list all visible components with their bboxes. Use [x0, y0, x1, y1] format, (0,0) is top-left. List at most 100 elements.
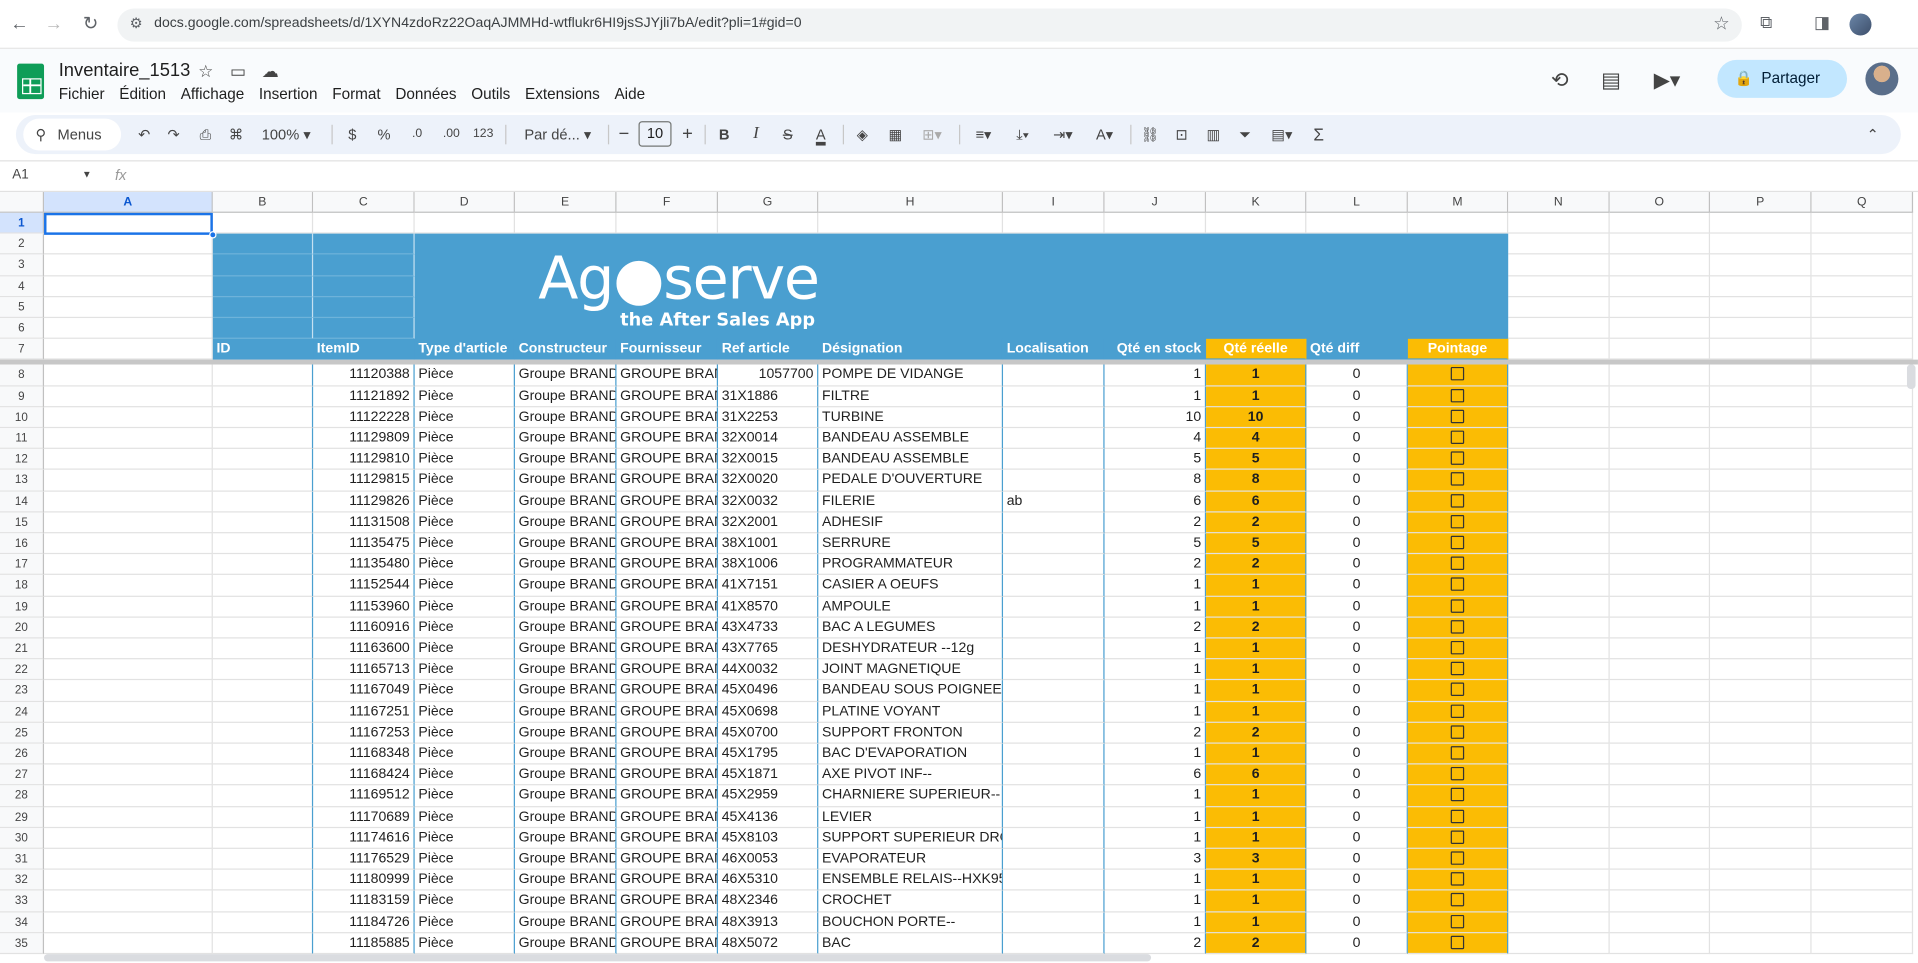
cell-n10[interactable]	[1508, 407, 1610, 429]
checkbox-icon[interactable]	[1450, 914, 1465, 928]
cloud-status-icon[interactable]: ☁	[262, 61, 279, 82]
cell-k14[interactable]: 6	[1206, 491, 1307, 513]
cell-b33[interactable]	[212, 890, 314, 912]
cell-f1[interactable]	[616, 212, 719, 234]
cell-n32[interactable]	[1508, 869, 1610, 891]
cell-d31[interactable]: Pièce	[414, 848, 515, 870]
cell-e11[interactable]: Groupe BRANDT	[514, 428, 617, 450]
cell-b20[interactable]	[212, 617, 314, 639]
checkbox-icon[interactable]	[1450, 661, 1465, 676]
cell-p9[interactable]	[1710, 386, 1812, 408]
cell-m21[interactable]	[1407, 638, 1509, 660]
cell-q13[interactable]	[1811, 470, 1914, 492]
cell-p31[interactable]	[1710, 848, 1812, 870]
cell-d34[interactable]: Pièce	[414, 912, 515, 934]
cell-m30[interactable]	[1407, 827, 1509, 849]
cell-e17[interactable]: Groupe BRANDT	[514, 554, 617, 576]
cell-e25[interactable]: Groupe BRANDT	[514, 722, 617, 744]
cell-o9[interactable]	[1609, 386, 1711, 408]
cell-j33[interactable]: 1	[1104, 890, 1207, 912]
cell-l8[interactable]: 0	[1306, 364, 1408, 387]
cell-j18[interactable]: 1	[1104, 575, 1207, 597]
cell-p26[interactable]	[1710, 743, 1812, 765]
redo-icon[interactable]: ↷	[161, 115, 185, 154]
cell-k35[interactable]: 2	[1206, 933, 1307, 955]
cell-c23[interactable]: 11167049	[313, 680, 415, 702]
cell-q34[interactable]	[1811, 912, 1914, 934]
cell-j19[interactable]: 1	[1104, 596, 1207, 618]
cell-j10[interactable]: 10	[1104, 407, 1207, 429]
cell-d13[interactable]: Pièce	[414, 470, 515, 492]
paint-format-icon[interactable]: ⌘	[224, 115, 248, 154]
cell-c18[interactable]: 11152544	[313, 575, 415, 597]
checkbox-icon[interactable]	[1450, 451, 1465, 466]
cell-p18[interactable]	[1710, 575, 1812, 597]
cell-k33[interactable]: 1	[1206, 890, 1307, 912]
cell-d28[interactable]: Pièce	[414, 785, 515, 807]
cell-c20[interactable]: 11160916	[313, 617, 415, 639]
cell-p24[interactable]	[1710, 701, 1812, 723]
cell-q16[interactable]	[1811, 533, 1914, 555]
checkbox-icon[interactable]	[1450, 472, 1465, 487]
cell-b26[interactable]	[212, 743, 314, 765]
cell-o18[interactable]	[1609, 575, 1711, 597]
cell-f17[interactable]: GROUPE BRANDT	[616, 554, 719, 576]
cell-l35[interactable]: 0	[1306, 933, 1408, 955]
cell-h8[interactable]: POMPE DE VIDANGE	[818, 364, 1004, 387]
cell-b17[interactable]	[212, 554, 314, 576]
cell-h12[interactable]: BANDEAU ASSEMBLE	[818, 449, 1004, 471]
cell-f20[interactable]: GROUPE BRANDT	[616, 617, 719, 639]
cell-m8[interactable]	[1407, 364, 1509, 387]
cell-b34[interactable]	[212, 912, 314, 934]
cell-q7[interactable]	[1811, 339, 1914, 361]
cell-p25[interactable]	[1710, 722, 1812, 744]
checkbox-icon[interactable]	[1450, 619, 1465, 634]
cell-j26[interactable]: 1	[1104, 743, 1207, 765]
cell-m24[interactable]	[1407, 701, 1509, 723]
cell-p21[interactable]	[1710, 638, 1812, 660]
cell-b8[interactable]	[212, 364, 314, 387]
cell-m25[interactable]	[1407, 722, 1509, 744]
checkbox-icon[interactable]	[1450, 851, 1465, 865]
cell-c12[interactable]: 11129810	[313, 449, 415, 471]
cell-a3[interactable]	[44, 254, 213, 276]
cell-e20[interactable]: Groupe BRANDT	[514, 617, 617, 639]
checkbox-icon[interactable]	[1450, 535, 1465, 550]
cell-i14[interactable]: ab	[1003, 491, 1105, 513]
row-header-12[interactable]: 12	[0, 449, 45, 471]
cell-q28[interactable]	[1811, 785, 1914, 807]
checkbox-icon[interactable]	[1450, 809, 1465, 823]
cell-p8[interactable]	[1710, 364, 1812, 387]
menu-donnees[interactable]: Données	[395, 86, 456, 103]
cell-q24[interactable]	[1811, 701, 1914, 723]
cell-j21[interactable]: 1	[1104, 638, 1207, 660]
cell-b23[interactable]	[212, 680, 314, 702]
cell-n27[interactable]	[1508, 764, 1610, 786]
cell-p12[interactable]	[1710, 449, 1812, 471]
cell-h24[interactable]: PLATINE VOYANT	[818, 701, 1004, 723]
cell-q23[interactable]	[1811, 680, 1914, 702]
checkbox-icon[interactable]	[1450, 598, 1465, 613]
cell-l18[interactable]: 0	[1306, 575, 1408, 597]
cell-n24[interactable]	[1508, 701, 1610, 723]
cell-k17[interactable]: 2	[1206, 554, 1307, 576]
cell-g24[interactable]: 45X0698	[718, 701, 819, 723]
cell-o4[interactable]	[1609, 275, 1711, 297]
functions-icon[interactable]: Σ	[1306, 115, 1330, 154]
cell-q31[interactable]	[1811, 848, 1914, 870]
cell-e35[interactable]: Groupe BRANDT	[514, 933, 617, 955]
name-box[interactable]: A1	[12, 168, 28, 183]
cell-m28[interactable]	[1407, 785, 1509, 807]
cell-h34[interactable]: BOUCHON PORTE--	[818, 912, 1004, 934]
cell-g14[interactable]: 32X0032	[718, 491, 819, 513]
cell-d20[interactable]: Pièce	[414, 617, 515, 639]
cell-f18[interactable]: GROUPE BRANDT	[616, 575, 719, 597]
tune-icon[interactable]: ⚙	[130, 15, 143, 32]
cell-g26[interactable]: 45X1795	[718, 743, 819, 765]
cell-i28[interactable]	[1003, 785, 1105, 807]
cell-l26[interactable]: 0	[1306, 743, 1408, 765]
cell-k22[interactable]: 1	[1206, 659, 1307, 681]
cell-k34[interactable]: 1	[1206, 912, 1307, 934]
cell-p6[interactable]	[1710, 318, 1812, 340]
cell-a17[interactable]	[44, 554, 213, 576]
